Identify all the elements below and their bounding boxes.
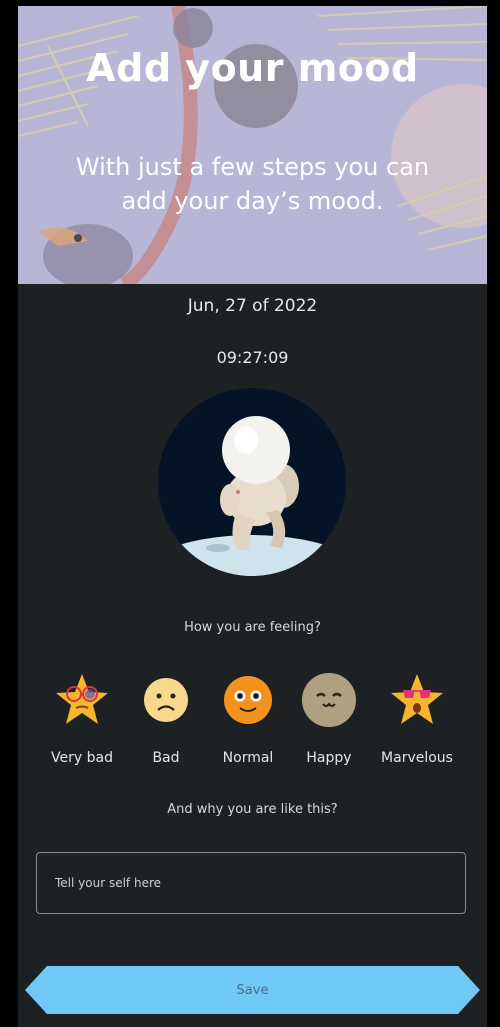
entry-time: 09:27:09 (216, 348, 289, 367)
entry-date: Jun, 27 of 2022 (187, 296, 318, 316)
mood-option-marvelous[interactable]: Marvelous (372, 672, 462, 766)
mood-label: Happy (306, 750, 352, 766)
mood-option-very-bad[interactable]: Very bad (37, 672, 127, 766)
feeling-prompt: How you are feeling? (184, 620, 321, 635)
mood-option-bad[interactable]: Bad (121, 672, 211, 766)
neutral-face-icon (224, 676, 272, 724)
reason-prompt: And why you are like this? (167, 802, 338, 817)
header-banner: Add your mood With just a few steps you … (18, 6, 487, 284)
star-sunglasses-icon (391, 674, 443, 724)
mood-label: Very bad (51, 750, 113, 766)
page-subtitle: With just a few steps you can add your d… (40, 150, 465, 218)
mood-form: Jun, 27 of 2022 09:27:09 How you are fee… (18, 284, 487, 1027)
save-button[interactable]: Save (25, 966, 480, 1014)
mood-label: Bad (152, 750, 180, 766)
star-glasses-icon (56, 674, 108, 724)
page-title: Add your mood (86, 46, 419, 90)
mood-label: Normal (222, 750, 274, 766)
happy-face-icon (302, 673, 356, 727)
mood-option-normal[interactable]: Normal (203, 672, 293, 766)
mood-option-happy[interactable]: Happy (284, 672, 374, 766)
app-screen: Add your mood With just a few steps you … (0, 0, 500, 1027)
subtitle-line-2: add your day’s mood. (121, 187, 384, 215)
astronaut-avatar (158, 388, 346, 576)
mood-label: Marvelous (381, 750, 453, 766)
save-button-wrapper: Save (25, 966, 480, 1014)
astronaut-illustration (158, 416, 346, 576)
sad-face-icon (144, 678, 188, 722)
subtitle-line-1: With just a few steps you can (75, 153, 430, 181)
mood-note-input[interactable] (36, 852, 466, 914)
mood-selector: Very bad Bad Normal Happy Marvelous (18, 672, 487, 772)
